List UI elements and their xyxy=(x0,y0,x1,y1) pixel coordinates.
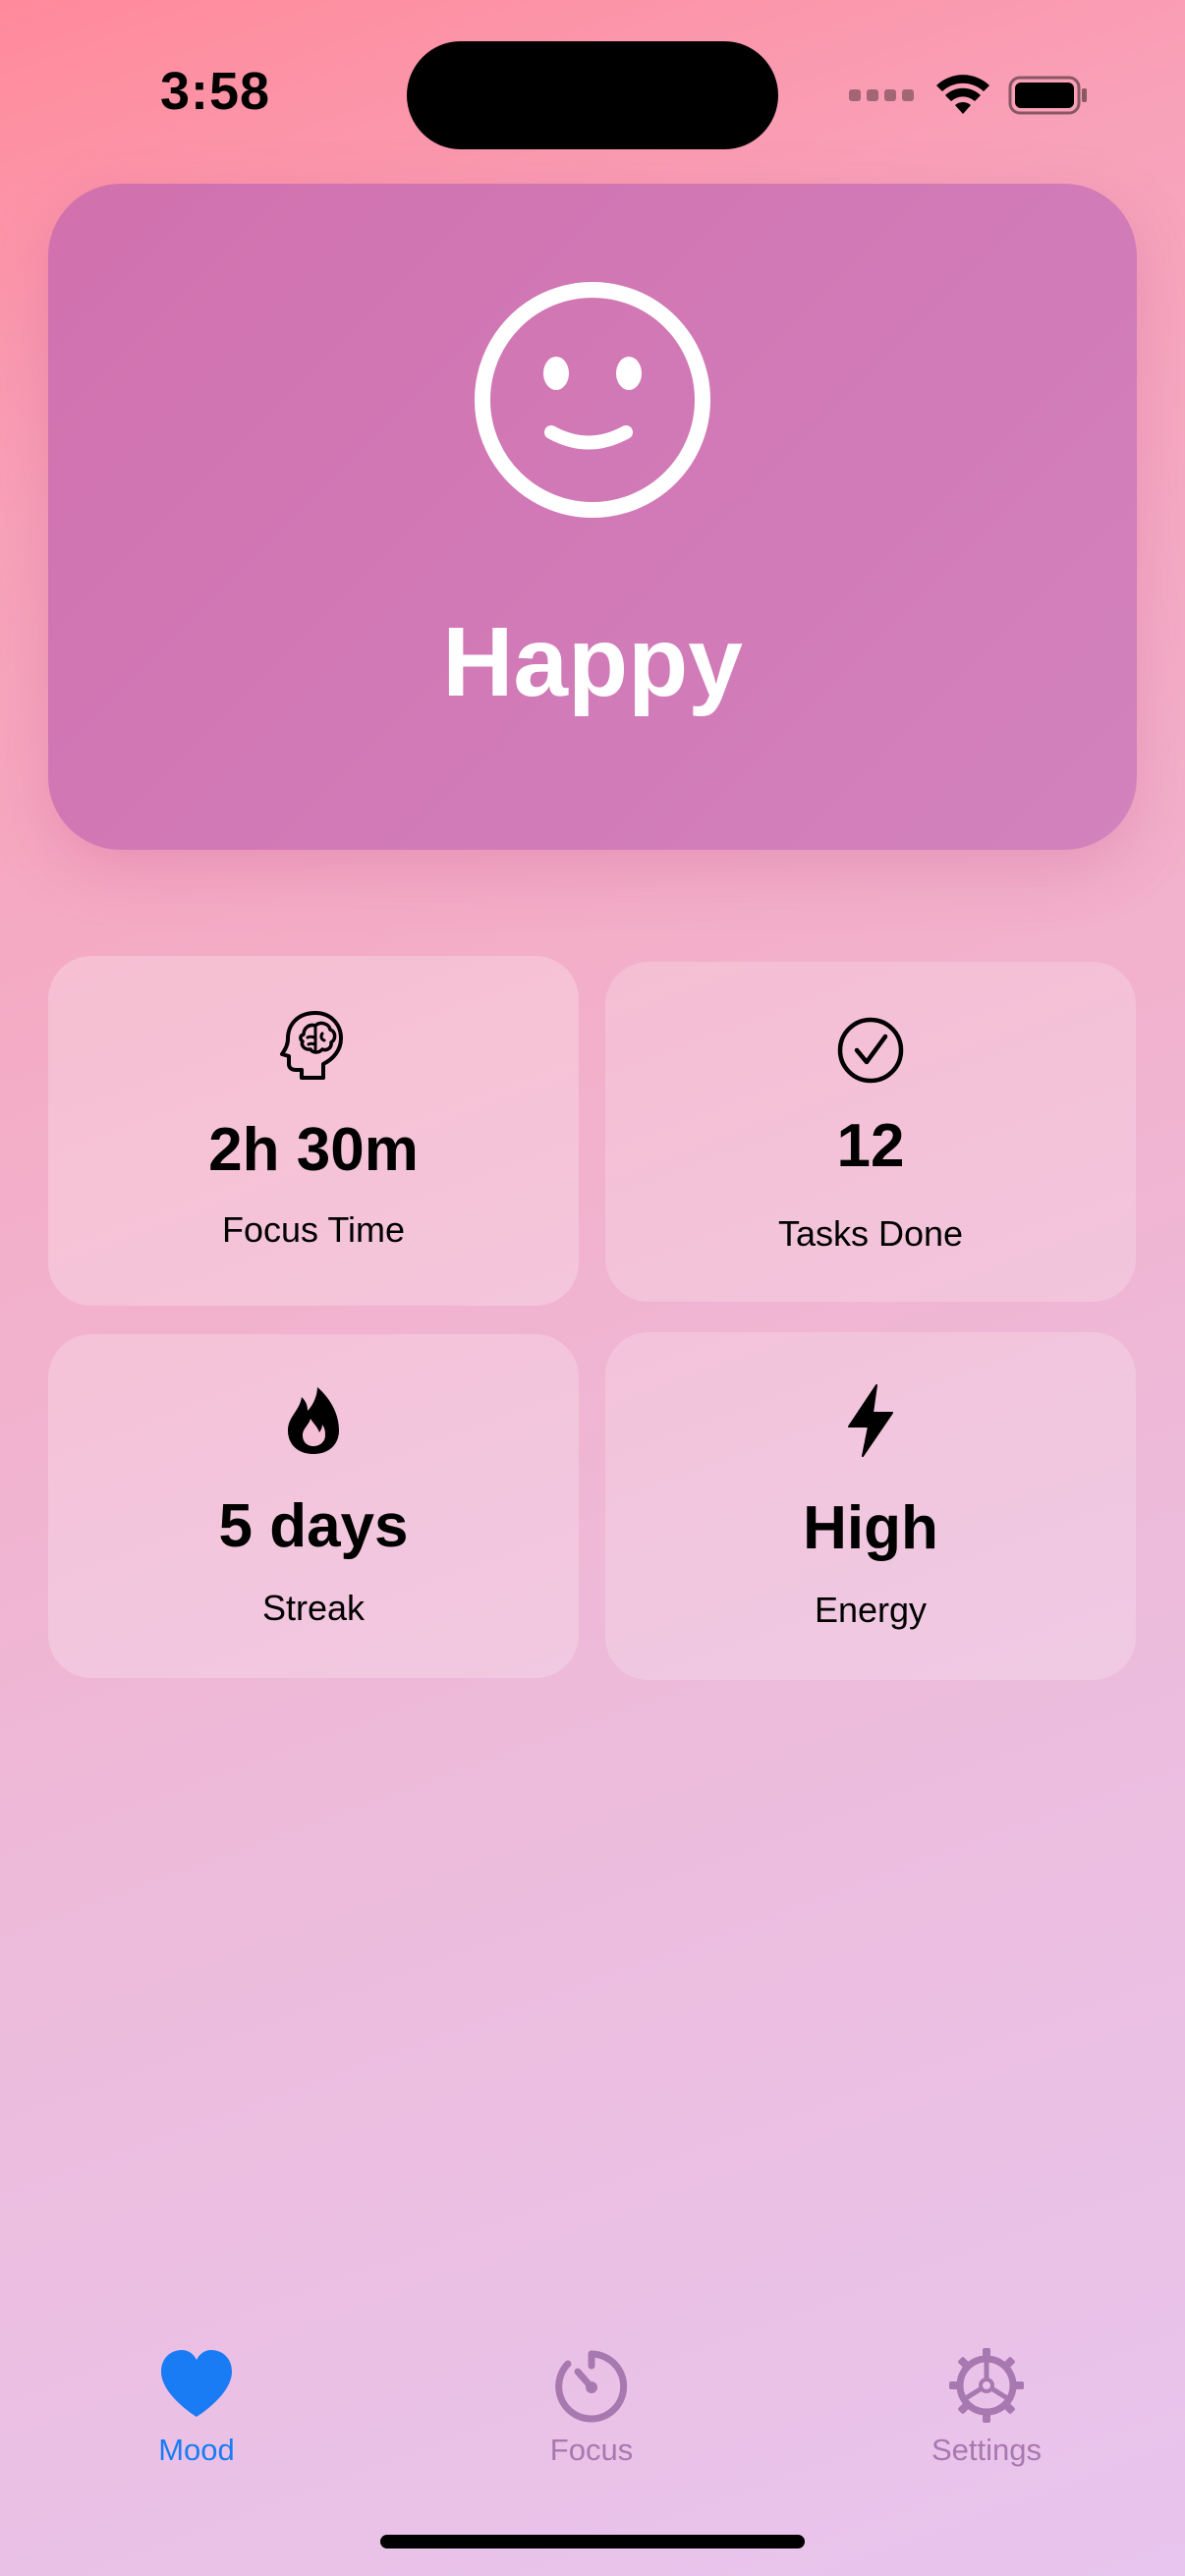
wifi-icon xyxy=(936,75,989,114)
tab-label: Focus xyxy=(549,2433,634,2467)
heart-icon xyxy=(161,2350,232,2417)
gear-icon xyxy=(949,2348,1024,2423)
status-icons xyxy=(849,71,1089,120)
tab-label: Mood xyxy=(158,2433,235,2467)
stat-card-energy[interactable]: High Energy xyxy=(605,1332,1136,1680)
bolt-icon xyxy=(848,1384,893,1457)
tab-label: Settings xyxy=(931,2433,1042,2467)
smiley-face-icon xyxy=(475,282,710,518)
home-indicator[interactable] xyxy=(380,2535,805,2548)
stat-label: Energy xyxy=(814,1590,928,1630)
brain-head-icon xyxy=(280,1011,343,1080)
stat-value: 12 xyxy=(836,1112,905,1180)
stat-card-tasks-done[interactable]: 12 Tasks Done xyxy=(605,962,1136,1302)
stat-value: 2h 30m xyxy=(208,1116,419,1184)
stat-card-streak[interactable]: 5 days Streak xyxy=(48,1334,579,1678)
dynamic-island xyxy=(407,41,778,149)
timer-icon xyxy=(555,2350,628,2423)
stat-value: High xyxy=(803,1494,938,1562)
tab-focus[interactable]: Focus xyxy=(474,2346,709,2468)
stat-label: Streak xyxy=(261,1588,366,1628)
stat-value: 5 days xyxy=(218,1492,409,1560)
status-time: 3:58 xyxy=(160,62,271,121)
stat-label: Focus Time xyxy=(221,1209,406,1250)
battery-icon xyxy=(1008,76,1087,115)
stat-label: Tasks Done xyxy=(777,1213,964,1254)
cellular-signal-icon xyxy=(849,89,914,101)
mood-card[interactable]: Happy xyxy=(48,184,1137,850)
stat-card-focus-time[interactable]: 2h 30m Focus Time xyxy=(48,956,579,1306)
flame-icon xyxy=(288,1387,339,1454)
checkmark-circle-icon xyxy=(837,1017,904,1084)
tab-mood[interactable]: Mood xyxy=(79,2346,314,2468)
tab-settings[interactable]: Settings xyxy=(869,2346,1104,2468)
mood-title: Happy xyxy=(442,607,743,717)
